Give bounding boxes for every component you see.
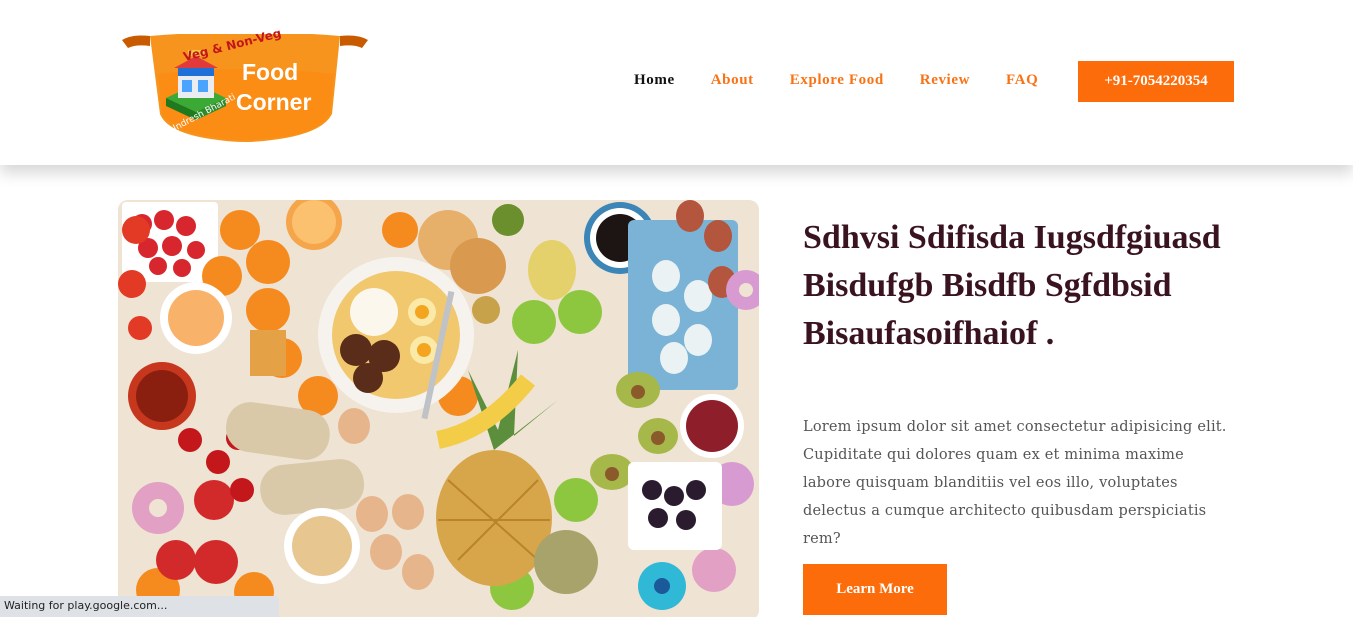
nav-explore-food[interactable]: Explore Food — [790, 72, 884, 89]
phone-button[interactable]: +91-7054220354 — [1078, 61, 1234, 102]
nav-about[interactable]: About — [711, 72, 754, 89]
logo-name-line1: Food — [242, 59, 299, 85]
hero-food-image — [118, 200, 759, 617]
nav-review[interactable]: Review — [920, 72, 970, 89]
nav-faq[interactable]: FAQ — [1006, 72, 1038, 89]
learn-more-button[interactable]: Learn More — [803, 564, 947, 615]
nav-home[interactable]: Home — [634, 72, 675, 89]
food-spread-illustration — [118, 200, 759, 617]
brand-logo[interactable]: Veg & Non-Veg Food Corner Indresh Bharat… — [122, 26, 368, 144]
hero-description: Lorem ipsum dolor sit amet consectetur a… — [803, 419, 1227, 547]
site-header: Veg & Non-Veg Food Corner Indresh Bharat… — [0, 0, 1353, 165]
hero-title: Sdhvsi Sdifisda Iugsdfgiuasd Bisdufgb Bi… — [803, 219, 1221, 352]
browser-status-bar: Waiting for play.google.com... — [0, 596, 279, 617]
logo-name-line2: Corner — [236, 89, 312, 115]
main-nav: Home About Explore Food Review FAQ — [634, 72, 1038, 89]
